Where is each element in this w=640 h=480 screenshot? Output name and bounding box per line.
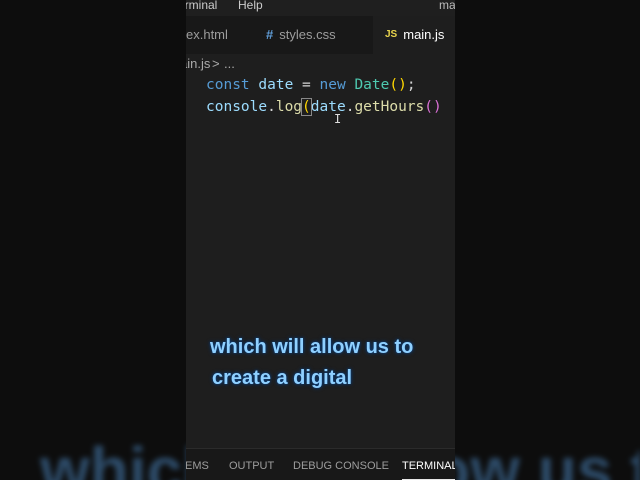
js-file-icon: JS — [385, 29, 398, 40]
menu-bar: erminal Help ma — [186, 0, 455, 16]
token-keyword: const — [206, 77, 250, 93]
breadcrumb: ain.js > ... — [186, 54, 455, 74]
window-title: ma — [439, 0, 455, 12]
token-operator: = — [302, 77, 311, 93]
tab-label: main.js — [403, 27, 445, 42]
code-line-1[interactable]: const date = new Date(); — [206, 74, 416, 96]
caption-line-2: create a digital — [212, 367, 353, 389]
menu-terminal[interactable]: erminal — [186, 0, 217, 11]
panel-tab-problems[interactable]: EMS — [186, 449, 209, 480]
blurred-background-right — [455, 0, 640, 480]
token-semicolon: ; — [406, 77, 416, 93]
token-dot: . — [267, 99, 276, 115]
tab-styles-css[interactable]: # styles.css — [266, 16, 336, 54]
token-variable: console — [206, 99, 268, 115]
token-function: log — [275, 99, 303, 115]
menu-help[interactable]: Help — [238, 0, 263, 11]
video-caption: which will allow us to create a digital — [210, 332, 413, 394]
editor-tab-bar: ex.html # styles.css JS main.js — [186, 16, 455, 54]
css-file-icon: # — [266, 27, 274, 42]
panel-tab-output[interactable]: OUTPUT — [229, 449, 274, 480]
tab-main-js[interactable]: JS main.js — [373, 16, 455, 54]
code-editor-window: erminal Help ma ex.html # styles.css JS … — [186, 0, 455, 480]
panel-tab-bar: EMS OUTPUT DEBUG CONSOLE TERMINAL — [186, 449, 455, 480]
token-class: Date — [354, 77, 390, 93]
breadcrumb-more[interactable]: ... — [224, 54, 235, 74]
token-keyword: new — [319, 77, 346, 93]
breadcrumb-chevron-icon: > — [212, 56, 220, 71]
token-variable: date — [258, 77, 294, 93]
panel-tab-terminal[interactable]: TERMINAL — [402, 449, 455, 480]
text-cursor-icon: I — [334, 112, 342, 126]
tab-index-html[interactable]: ex.html — [186, 16, 228, 54]
caption-line-1: which will allow us to — [210, 336, 414, 358]
code-line-2[interactable]: console.log(date.getHours() — [206, 96, 442, 118]
token-function: getHours — [354, 99, 425, 115]
tab-label: ex.html — [186, 27, 228, 42]
video-frame: which will allow us to erminal Help ma e… — [0, 0, 640, 480]
breadcrumb-file[interactable]: ain.js — [186, 54, 210, 74]
tab-label: styles.css — [279, 27, 336, 42]
token-parens: () — [424, 99, 442, 115]
token-paren-open: ( — [301, 98, 312, 116]
blurred-background-left — [0, 0, 186, 480]
token-parens: () — [389, 77, 407, 93]
panel-tab-debug-console[interactable]: DEBUG CONSOLE — [293, 449, 389, 480]
